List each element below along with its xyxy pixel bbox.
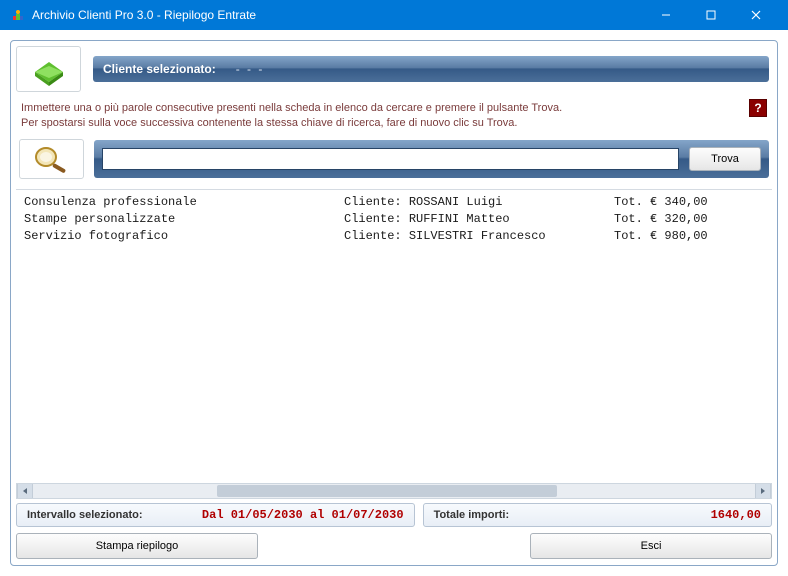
magnifier-icon-box [19, 139, 84, 179]
scroll-left-arrow[interactable] [17, 484, 33, 498]
button-row: Stampa riepilogo Esci [11, 531, 777, 565]
main-frame: Cliente selezionato: - - - Immettere una… [10, 40, 778, 566]
search-row: Trova [11, 133, 777, 185]
list-item[interactable]: Consulenza professionale Cliente: ROSSAN… [24, 194, 764, 211]
list-item[interactable]: Stampe personalizzate Cliente: RUFFINI M… [24, 211, 764, 228]
client-cell: Cliente: SILVESTRI Francesco [344, 228, 614, 245]
service-name: Servizio fotografico [24, 228, 344, 245]
service-name: Stampe personalizzate [24, 211, 344, 228]
client-cell: Cliente: RUFFINI Matteo [344, 211, 614, 228]
summary-row: Intervallo selezionato: Dal 01/05/2030 a… [11, 503, 777, 531]
app-icon [10, 7, 26, 23]
client-icon-box [16, 46, 81, 92]
client-cell: Cliente: ROSSANI Luigi [344, 194, 614, 211]
list-item[interactable]: Servizio fotografico Cliente: SILVESTRI … [24, 228, 764, 245]
book-icon [29, 52, 69, 86]
maximize-button[interactable] [688, 0, 733, 30]
selected-client-bar: Cliente selezionato: - - - [93, 56, 769, 82]
total-cell: Tot. € 320,00 [614, 211, 764, 228]
find-button[interactable]: Trova [689, 147, 761, 171]
instructions-line1: Immettere una o più parole consecutive p… [21, 101, 767, 116]
magnifier-icon [30, 144, 74, 174]
selected-client-label: Cliente selezionato: [103, 62, 216, 76]
search-bar: Trova [94, 140, 769, 178]
selected-client-value: - - - [236, 62, 265, 76]
totals-value: 1640,00 [711, 508, 761, 522]
total-cell: Tot. € 340,00 [614, 194, 764, 211]
horizontal-scrollbar[interactable] [16, 483, 772, 499]
header-strip: Cliente selezionato: - - - [11, 41, 777, 97]
results-list[interactable]: Consulenza professionale Cliente: ROSSAN… [16, 189, 772, 481]
scroll-thumb[interactable] [217, 485, 557, 497]
minimize-button[interactable] [643, 0, 688, 30]
exit-button[interactable]: Esci [530, 533, 772, 559]
interval-label: Intervallo selezionato: [27, 509, 143, 521]
search-input[interactable] [102, 148, 679, 170]
print-summary-button[interactable]: Stampa riepilogo [16, 533, 258, 559]
total-cell: Tot. € 980,00 [614, 228, 764, 245]
service-name: Consulenza professionale [24, 194, 344, 211]
window-title: Archivio Clienti Pro 3.0 - Riepilogo Ent… [32, 8, 643, 22]
interval-value: Dal 01/05/2030 al 01/07/2030 [202, 508, 404, 522]
instructions-line2: Per spostarsi sulla voce successiva cont… [21, 116, 767, 131]
instructions: Immettere una o più parole consecutive p… [11, 97, 777, 133]
window-body: Cliente selezionato: - - - Immettere una… [0, 30, 788, 576]
close-button[interactable] [733, 0, 778, 30]
totals-panel: Totale importi: 1640,00 [423, 503, 772, 527]
titlebar: Archivio Clienti Pro 3.0 - Riepilogo Ent… [0, 0, 788, 30]
interval-panel: Intervallo selezionato: Dal 01/05/2030 a… [16, 503, 415, 527]
help-button[interactable]: ? [749, 99, 767, 117]
totals-label: Totale importi: [434, 509, 510, 521]
scroll-right-arrow[interactable] [755, 484, 771, 498]
